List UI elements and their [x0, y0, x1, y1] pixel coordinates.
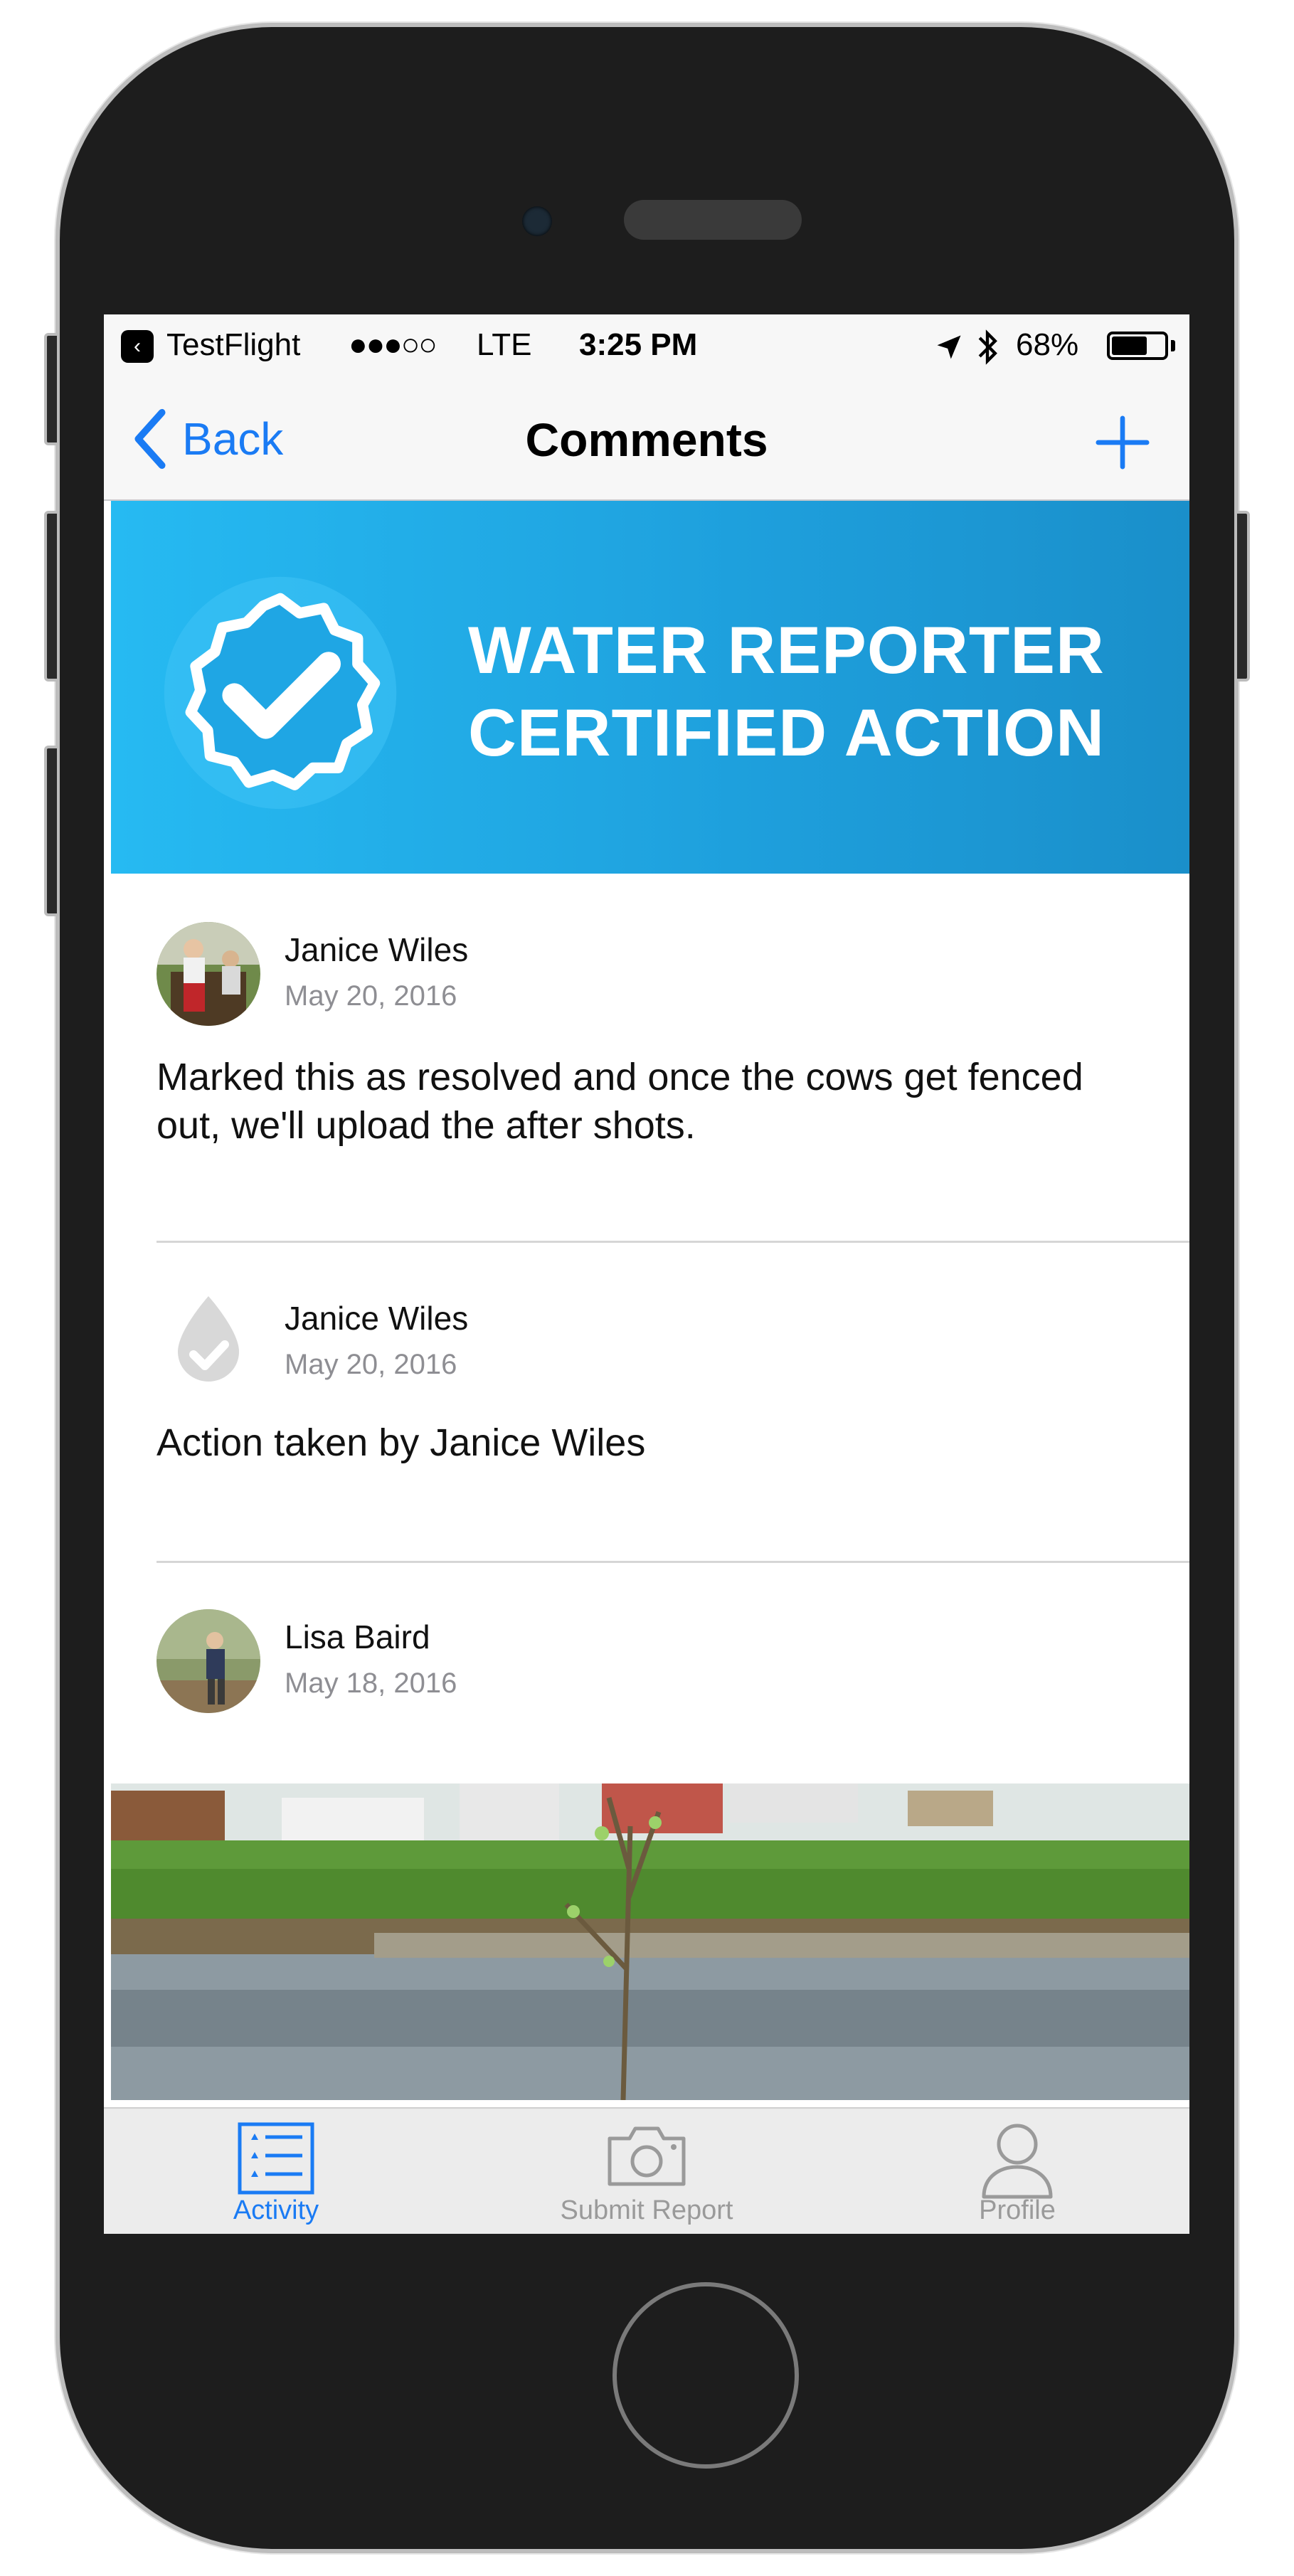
comment-item: Janice Wiles May 20, 2016 Action taken b…	[104, 1244, 1189, 1564]
tab-submit-report[interactable]: Submit Report	[504, 2109, 789, 2234]
status-bar: ‹ TestFlight ●●●○○ LTE 3:25 PM 68%	[104, 314, 1189, 378]
report-photo[interactable]	[111, 1783, 1189, 2100]
carrier-app-label: TestFlight	[166, 327, 301, 362]
tab-bar: Activity Submit Report Profile	[104, 2107, 1189, 2234]
tab-label: Activity	[233, 2195, 319, 2225]
mute-switch	[44, 333, 60, 445]
banner-heading: WATER REPORTER CERTIFIED ACTION	[468, 609, 1105, 774]
battery-icon	[1107, 332, 1168, 360]
tab-label: Submit Report	[560, 2195, 733, 2225]
avatar[interactable]	[157, 922, 260, 1026]
certified-action-banner: WATER REPORTER CERTIFIED ACTION	[111, 501, 1189, 874]
comment-item: Lisa Baird May 18, 2016	[104, 1564, 1189, 1783]
farm-stream-photo-image	[111, 1783, 1189, 2100]
page-title: Comments	[525, 413, 768, 466]
tab-activity[interactable]: Activity	[134, 2109, 418, 2234]
comment-date: May 20, 2016	[285, 980, 457, 1012]
clock: 3:25 PM	[579, 327, 698, 362]
volume-down-button	[44, 746, 60, 916]
power-button	[1234, 511, 1250, 682]
avatar[interactable]	[157, 1609, 260, 1713]
comments-feed[interactable]: WATER REPORTER CERTIFIED ACTION Janice W…	[104, 501, 1189, 2100]
battery-level	[1112, 336, 1147, 355]
list-icon	[238, 2122, 314, 2195]
divider	[157, 1561, 1189, 1563]
battery-nub	[1171, 340, 1175, 351]
signal-strength: ●●●○○	[349, 327, 437, 362]
tab-profile[interactable]: Profile	[875, 2109, 1160, 2234]
network-type: LTE	[477, 327, 532, 362]
location-arrow-icon	[937, 335, 961, 359]
banner-line-2: CERTIFIED ACTION	[468, 695, 1105, 770]
user-photo-icon	[157, 922, 260, 1026]
volume-up-button	[44, 511, 60, 682]
comment-date: May 20, 2016	[285, 1349, 457, 1380]
front-camera	[522, 206, 552, 236]
comment-date: May 18, 2016	[285, 1668, 457, 1699]
home-button[interactable]	[612, 2282, 799, 2469]
camera-icon	[608, 2126, 686, 2186]
water-drop-check-icon	[178, 1296, 239, 1382]
comment-text: Action taken by Janice Wiles	[157, 1421, 646, 1464]
person-icon	[982, 2124, 1053, 2199]
banner-line-1: WATER REPORTER	[468, 613, 1105, 687]
battery-percent: 68%	[1016, 327, 1079, 362]
comment-text: Marked this as resolved and once the cow…	[157, 1056, 1083, 1147]
comment-item: Janice Wiles May 20, 2016 Marked this as…	[104, 874, 1189, 1244]
comment-author[interactable]: Lisa Baird	[285, 1618, 430, 1656]
user-photo-icon	[157, 1609, 260, 1713]
bluetooth-icon	[978, 329, 997, 365]
divider	[157, 1241, 1189, 1243]
comment-author[interactable]: Janice Wiles	[285, 931, 468, 969]
earpiece-speaker	[624, 200, 802, 240]
add-comment-button[interactable]	[1096, 415, 1150, 470]
comment-author[interactable]: Janice Wiles	[285, 1299, 468, 1337]
testflight-back-icon[interactable]: ‹	[121, 330, 154, 363]
screen: ‹ TestFlight ●●●○○ LTE 3:25 PM 68% Back …	[104, 314, 1189, 2234]
certified-badge-icon	[164, 576, 397, 810]
tab-label: Profile	[979, 2195, 1056, 2225]
navigation-bar: Back Comments	[104, 378, 1189, 501]
